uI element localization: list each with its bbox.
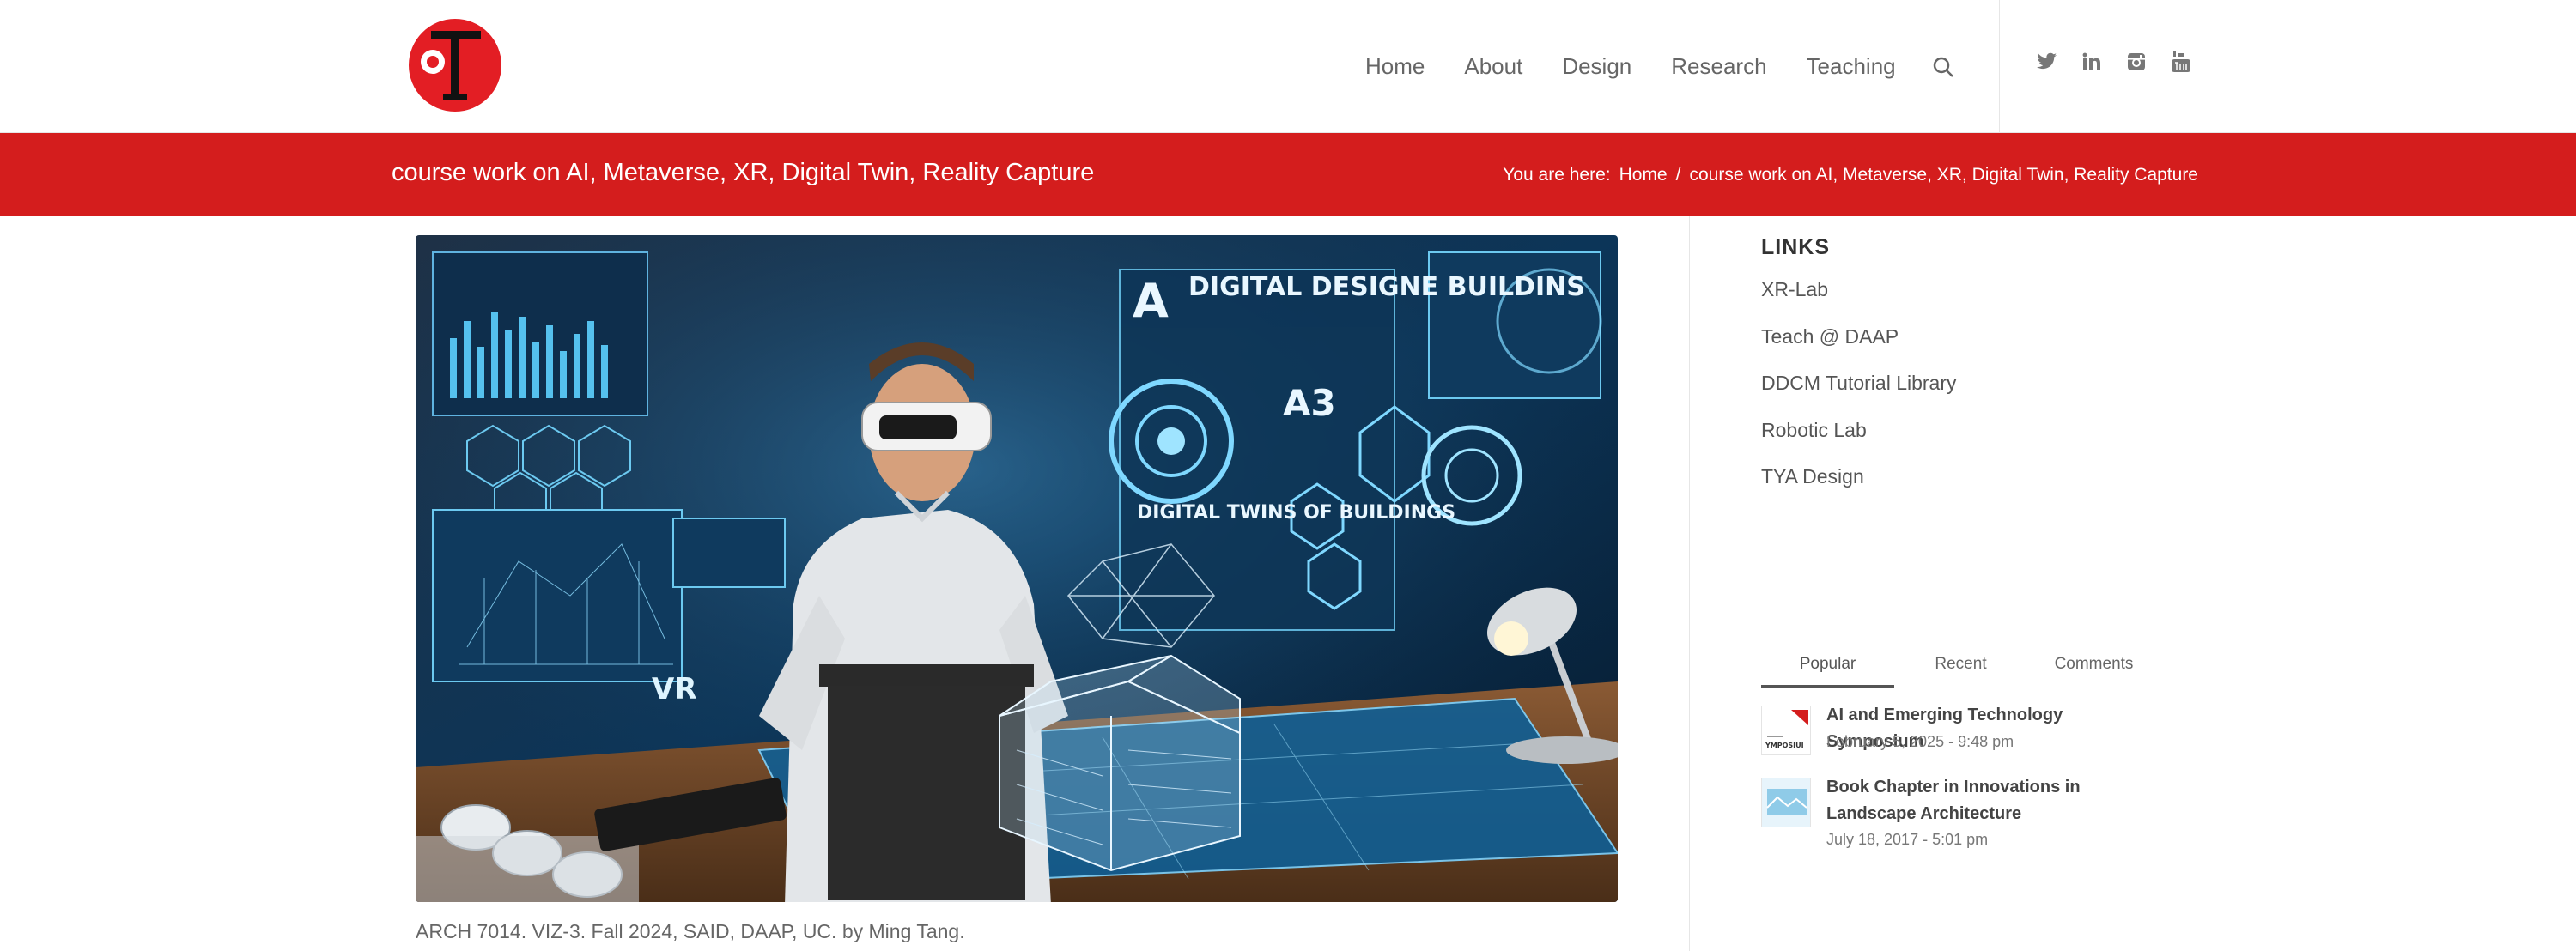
links-heading: LINKS [1761, 235, 1830, 259]
sidebar-divider [1689, 216, 1690, 951]
instagram-icon[interactable] [2124, 50, 2148, 74]
main-nav: Home About Design Research Teaching [1365, 0, 1954, 133]
social-links [2035, 50, 2193, 74]
thumb-text: YMPOSIUI [1765, 742, 1804, 749]
hero-text-twins: DIGITAL TWINS OF BUILDINGS [1137, 502, 1455, 524]
tab-popular[interactable]: Popular [1761, 649, 1894, 688]
link-robotic-lab[interactable]: Robotic Lab [1761, 417, 1957, 464]
hero-text-a3: A3 [1283, 382, 1336, 424]
link-tya-design[interactable]: TYA Design [1761, 463, 1957, 511]
breadcrumb-prefix: You are here: [1503, 165, 1611, 185]
title-bar: course work on AI, Metaverse, XR, Digita… [0, 133, 2576, 216]
post-tabs: Popular Recent Comments [1761, 649, 2161, 688]
hero-text-vr: VR [652, 672, 697, 706]
tab-recent[interactable]: Recent [1894, 649, 2027, 688]
hero-image[interactable]: A A3 DIGITAL TWINS OF BUILDINGS DIGITAL … [416, 235, 1618, 902]
post-thumbnail[interactable]: YMPOSIUI [1761, 706, 1811, 755]
linkedin-icon[interactable] [2080, 50, 2104, 74]
link-ddcm-tutorial[interactable]: DDCM Tutorial Library [1761, 370, 1957, 417]
header-divider [1999, 0, 2000, 133]
links-list: XR-Lab Teach @ DAAP DDCM Tutorial Librar… [1761, 276, 1957, 511]
hero-text-a: A [1133, 274, 1169, 328]
post-thumbnail[interactable] [1761, 778, 1811, 827]
breadcrumb-home-link[interactable]: Home [1619, 165, 1668, 185]
post-date: February 5, 2025 - 9:48 pm [1826, 733, 2014, 750]
search-icon[interactable] [1932, 56, 1954, 78]
site-logo[interactable] [407, 17, 503, 113]
breadcrumb-current: course work on AI, Metaverse, XR, Digita… [1689, 165, 2198, 185]
post-date: July 18, 2017 - 5:01 pm [1826, 831, 1989, 848]
nav-home[interactable]: Home [1365, 53, 1425, 80]
tab-comments[interactable]: Comments [2027, 649, 2160, 688]
breadcrumb-separator: / [1675, 165, 1681, 185]
hero-caption: ARCH 7014. VIZ-3. Fall 2024, SAID, DAAP,… [416, 920, 965, 942]
page-title: course work on AI, Metaverse, XR, Digita… [392, 159, 1095, 186]
link-teach-daap[interactable]: Teach @ DAAP [1761, 324, 1957, 371]
site-header: Home About Design Research Teaching [0, 0, 2576, 133]
youtube-icon[interactable] [2169, 50, 2193, 74]
post-title[interactable]: Book Chapter in Innovations in Landscape… [1826, 774, 2165, 827]
nav-design[interactable]: Design [1562, 53, 1631, 80]
twitter-icon[interactable] [2035, 50, 2059, 74]
breadcrumb: You are here: Home / course work on AI, … [1503, 165, 2198, 185]
hero-text-design: DIGITAL DESIGNE BUILDINS [1188, 272, 1585, 302]
link-xr-lab[interactable]: XR-Lab [1761, 276, 1957, 324]
nav-research[interactable]: Research [1671, 53, 1766, 80]
nav-about[interactable]: About [1464, 53, 1522, 80]
nav-teaching[interactable]: Teaching [1807, 53, 1896, 80]
